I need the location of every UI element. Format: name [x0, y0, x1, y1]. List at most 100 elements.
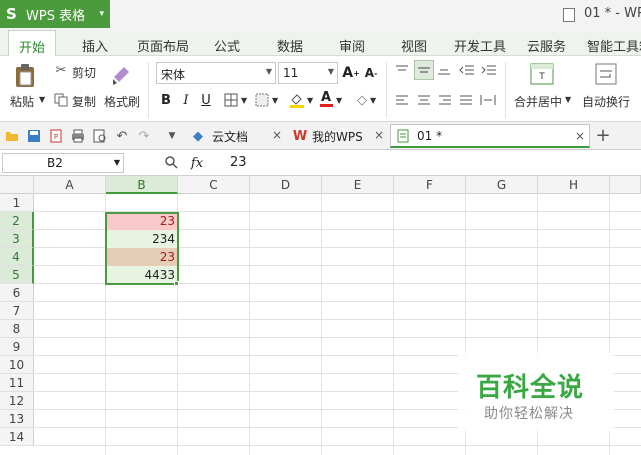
close-icon[interactable]: ×: [272, 128, 282, 142]
row-header-10[interactable]: 10: [0, 356, 34, 374]
select-all-corner[interactable]: [0, 176, 34, 194]
merge-center-button[interactable]: 合并居中: [514, 93, 562, 110]
underline-icon[interactable]: U: [198, 91, 214, 109]
column-header-c[interactable]: C: [178, 176, 250, 194]
chevron-down-icon[interactable]: ▼: [39, 95, 45, 104]
tab-smart-toolbox[interactable]: 智能工具箱: [587, 36, 641, 55]
cell-b5[interactable]: 4433: [106, 266, 178, 284]
row-header-2[interactable]: 2: [0, 212, 34, 230]
column-header-next[interactable]: [610, 176, 641, 194]
paste-icon[interactable]: [12, 62, 38, 90]
chevron-down-icon[interactable]: ▼: [307, 96, 313, 105]
column-header-h[interactable]: H: [538, 176, 610, 194]
row-header-7[interactable]: 7: [0, 302, 34, 320]
justify-icon[interactable]: [458, 92, 474, 108]
decrease-font-icon[interactable]: A-: [363, 64, 379, 82]
chevron-down-icon[interactable]: ▼: [370, 96, 376, 105]
cell-style-icon[interactable]: [253, 92, 271, 108]
tab-data[interactable]: 数据: [277, 36, 303, 55]
row-header-3[interactable]: 3: [0, 230, 34, 248]
close-icon[interactable]: ×: [374, 128, 384, 142]
export-pdf-icon[interactable]: P: [48, 128, 64, 144]
app-menu-button[interactable]: S WPS 表格 ▾: [0, 0, 110, 28]
doc-tab-my-wps[interactable]: W 我的WPS ×: [288, 124, 388, 148]
tab-insert[interactable]: 插入: [82, 36, 108, 55]
chevron-down-icon[interactable]: ▼: [241, 96, 247, 105]
name-box[interactable]: B2 ▼: [2, 153, 124, 173]
clear-format-icon[interactable]: ◇: [353, 91, 371, 109]
bold-icon[interactable]: B: [158, 91, 174, 109]
row-header-4[interactable]: 4: [0, 248, 34, 266]
column-header-d[interactable]: D: [250, 176, 322, 194]
open-folder-icon[interactable]: [4, 128, 20, 144]
chevron-down-icon[interactable]: ▼: [114, 158, 120, 167]
decrease-indent-icon[interactable]: [458, 62, 476, 78]
print-icon[interactable]: [70, 128, 86, 144]
tab-view[interactable]: 视图: [401, 36, 427, 55]
row-header-13[interactable]: 13: [0, 410, 34, 428]
save-icon[interactable]: [26, 128, 42, 144]
align-center-icon[interactable]: [416, 92, 432, 108]
row-header-5[interactable]: 5: [0, 266, 34, 284]
doc-tab-cloud[interactable]: ◆ 云文档 ×: [186, 124, 286, 148]
column-header-b[interactable]: B: [106, 176, 178, 194]
print-preview-icon[interactable]: [92, 128, 108, 144]
redo-icon[interactable]: ↷: [136, 128, 152, 144]
align-left-icon[interactable]: [394, 92, 410, 108]
row-header-14[interactable]: 14: [0, 428, 34, 446]
italic-icon[interactable]: I: [178, 91, 194, 109]
row-header-1[interactable]: 1: [0, 194, 34, 212]
row-header-8[interactable]: 8: [0, 320, 34, 338]
zoom-icon[interactable]: [163, 154, 179, 170]
copy-button[interactable]: 复制: [72, 93, 96, 110]
row-header-12[interactable]: 12: [0, 392, 34, 410]
align-top-icon[interactable]: [394, 62, 410, 78]
tab-formulas[interactable]: 公式: [214, 36, 240, 55]
tab-review[interactable]: 审阅: [339, 36, 365, 55]
wrap-text-icon[interactable]: [594, 62, 618, 86]
fill-color-icon[interactable]: [288, 91, 306, 109]
align-middle-icon[interactable]: [414, 60, 434, 80]
column-header-g[interactable]: G: [466, 176, 538, 194]
row-header-11[interactable]: 11: [0, 374, 34, 392]
cut-button[interactable]: 剪切: [72, 64, 96, 81]
row-header-9[interactable]: 9: [0, 338, 34, 356]
fill-handle[interactable]: [174, 281, 179, 286]
new-tab-plus-icon[interactable]: +: [594, 125, 612, 146]
increase-font-icon[interactable]: A +: [342, 64, 360, 82]
chevron-down-icon[interactable]: ▼: [565, 95, 571, 104]
formula-input[interactable]: 23: [230, 155, 247, 170]
align-bottom-icon[interactable]: [436, 62, 452, 78]
scissors-icon[interactable]: ✂: [53, 62, 69, 78]
format-painter-icon[interactable]: [110, 62, 132, 88]
insert-function-icon[interactable]: fx: [188, 154, 206, 172]
font-name-select[interactable]: 宋体 ▼: [156, 62, 276, 84]
column-header-e[interactable]: E: [322, 176, 394, 194]
tab-cloud-services[interactable]: 云服务: [527, 36, 566, 55]
chevron-down-icon[interactable]: ▼: [272, 96, 278, 105]
merge-center-icon[interactable]: T: [529, 62, 555, 86]
undo-icon[interactable]: ↶: [114, 128, 130, 144]
tab-page-layout[interactable]: 页面布局: [137, 36, 189, 55]
copy-icon[interactable]: [53, 92, 69, 108]
font-color-icon[interactable]: A: [318, 90, 334, 109]
wrap-text-button[interactable]: 自动换行: [582, 93, 630, 110]
distributed-align-icon[interactable]: [479, 92, 497, 108]
column-header-f[interactable]: F: [394, 176, 466, 194]
font-size-select[interactable]: 11 ▼: [278, 62, 338, 84]
chevron-down-icon[interactable]: ▼: [166, 130, 178, 142]
close-icon[interactable]: ×: [575, 129, 585, 143]
align-right-icon[interactable]: [437, 92, 453, 108]
column-header-a[interactable]: A: [34, 176, 106, 194]
row-header-6[interactable]: 6: [0, 284, 34, 302]
increase-indent-icon[interactable]: [480, 62, 498, 78]
tab-developer[interactable]: 开发工具: [454, 36, 506, 55]
paste-button[interactable]: 粘贴: [10, 93, 34, 110]
doc-tab-01[interactable]: 01 * ×: [390, 124, 590, 148]
borders-icon[interactable]: [222, 92, 240, 108]
cell-b4[interactable]: 23: [106, 248, 178, 266]
format-painter-button[interactable]: 格式刷: [104, 93, 140, 110]
cell-b3[interactable]: 234: [106, 230, 178, 248]
chevron-down-icon[interactable]: ▼: [336, 96, 342, 105]
tab-home[interactable]: 开始: [8, 30, 57, 57]
